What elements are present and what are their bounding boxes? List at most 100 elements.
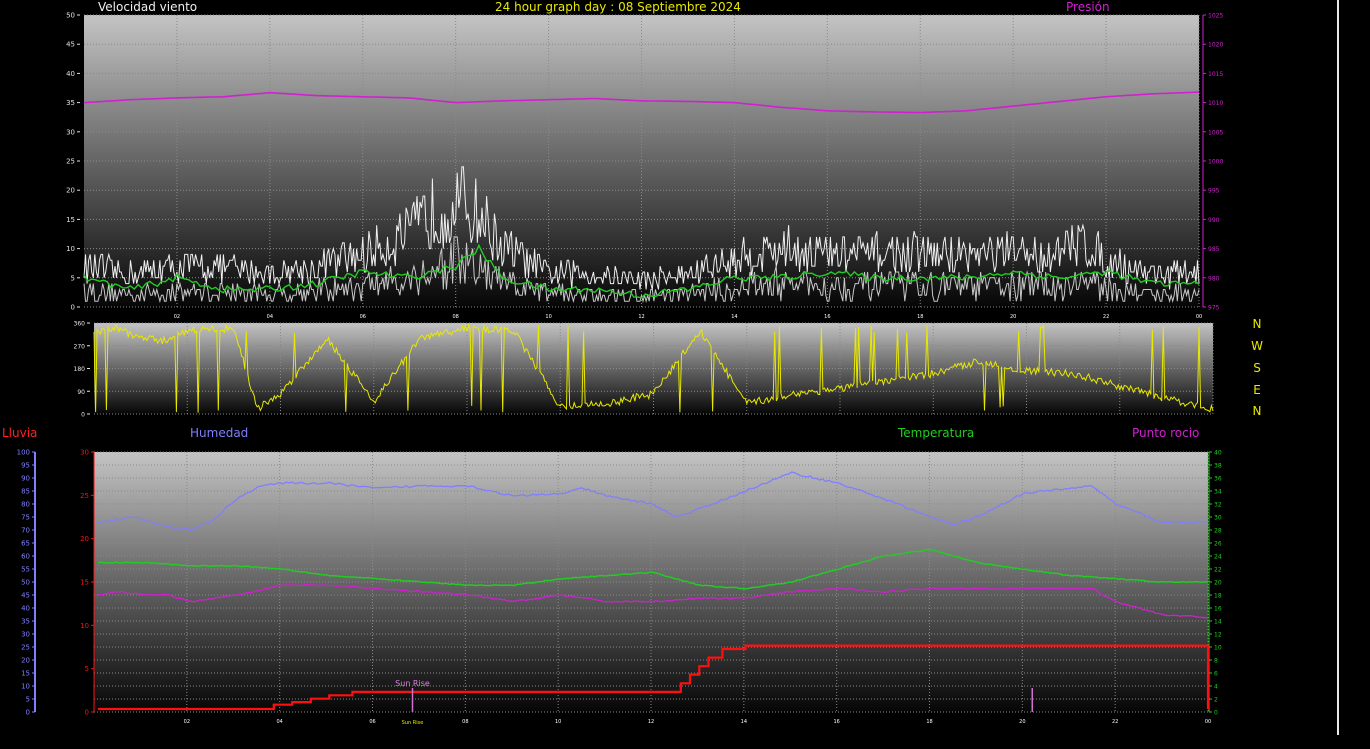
weather-x-tick-label: 14 <box>741 719 747 725</box>
pressure-title: Presión <box>1066 0 1110 14</box>
pressure-axis-tick-label: 995 <box>1208 188 1220 195</box>
temperature-axis-tick-label: 40 <box>1214 450 1222 457</box>
temperature-axis-tick-label: 30 <box>1214 515 1222 522</box>
temperature-axis-tick-label: 6 <box>1214 671 1218 678</box>
humidity-axis-tick-label: 85 <box>21 488 30 496</box>
temperature-axis-tick-label: 18 <box>1214 593 1222 600</box>
compass-w: W <box>1251 339 1263 353</box>
weather-x-tick-label: 00 <box>1205 719 1211 725</box>
pressure-axis-tick-label: 1000 <box>1208 159 1223 166</box>
dewpoint-title: Punto rocio <box>1132 426 1200 440</box>
wind-speed-axis-tick-label: 20 <box>66 187 75 195</box>
rain-axis-tick-label: 15 <box>80 579 89 587</box>
wind-x-tick-label: 18 <box>917 314 923 320</box>
wind-speed-axis-tick-label: 50 <box>66 12 75 20</box>
temperature-axis-tick-label: 10 <box>1214 645 1222 652</box>
humidity-axis-tick-label: 95 <box>21 462 30 470</box>
humidity-axis-tick-label: 80 <box>21 501 30 509</box>
temperature-axis-tick-label: 14 <box>1214 619 1222 626</box>
temperature-axis-tick-label: 36 <box>1214 476 1222 483</box>
rain-axis-tick-label: 30 <box>80 449 89 457</box>
pressure-axis-tick-label: 1005 <box>1208 129 1223 136</box>
rain-axis-tick-label: 25 <box>80 492 89 500</box>
temperature-axis-tick-label: 20 <box>1214 580 1222 587</box>
wind-x-tick-label: 10 <box>545 314 551 320</box>
weather-x-tick-label: 08 <box>462 719 468 725</box>
weather-x-tick-label: 12 <box>648 719 654 725</box>
temperature-axis-tick-label: 2 <box>1214 697 1218 704</box>
humidity-axis-tick-label: 90 <box>21 475 30 483</box>
humidity-axis-tick-label: 45 <box>21 592 30 600</box>
pressure-axis-tick-label: 1015 <box>1208 71 1223 78</box>
weather-x-tick-label: 20 <box>1019 719 1025 725</box>
direction-axis-tick-label: 270 <box>74 343 86 350</box>
humidity-axis-tick-label: 55 <box>21 566 30 574</box>
rain-axis-tick-label: 5 <box>85 665 89 673</box>
wind-speed-axis-tick-label: 35 <box>66 99 75 107</box>
direction-axis-tick-label: 180 <box>74 366 86 373</box>
wind-speed-axis-tick-label: 5 <box>71 274 75 282</box>
humidity-axis-tick-label: 10 <box>21 683 30 691</box>
temperature-axis-tick-label: 0 <box>1214 710 1218 717</box>
humidity-axis-tick-label: 100 <box>17 449 30 457</box>
weather-x-tick-label: 04 <box>276 719 282 725</box>
compass-n-bottom: N <box>1252 404 1262 418</box>
temperature-axis-tick-label: 8 <box>1214 658 1218 665</box>
wind-x-tick-label: 16 <box>824 314 830 320</box>
temperature-axis-tick-label: 22 <box>1214 567 1222 574</box>
rain-title: Lluvia <box>2 426 38 440</box>
humidity-axis-tick-label: 50 <box>21 579 30 587</box>
temperature-title: Temperatura <box>898 426 975 440</box>
wind-x-tick-label: 08 <box>452 314 458 320</box>
wind-speed-axis-tick-label: 0 <box>71 304 75 312</box>
temperature-axis-tick-label: 26 <box>1214 541 1222 548</box>
humidity-axis-tick-label: 5 <box>26 696 30 704</box>
weather-x-tick-label: 02 <box>184 719 190 725</box>
temperature-axis-tick-label: 28 <box>1214 528 1222 535</box>
date-title: 24 hour graph day : 08 Septiembre 2024 <box>495 0 741 14</box>
wind-speed-axis-tick-label: 40 <box>66 70 75 78</box>
humidity-axis-tick-label: 40 <box>21 605 30 613</box>
humidity-axis-tick-label: 0 <box>26 709 30 717</box>
temperature-axis-tick-label: 38 <box>1214 463 1222 470</box>
rain-axis-tick-label: 0 <box>85 709 89 717</box>
right-border <box>1337 0 1339 735</box>
rain-axis-tick-label: 20 <box>80 535 89 543</box>
temperature-axis-tick-label: 12 <box>1214 632 1222 639</box>
sunrise-label: Sun Rise <box>395 679 430 688</box>
compass-e: E <box>1253 383 1261 397</box>
pressure-axis-tick-label: 985 <box>1208 246 1220 253</box>
humidity-axis-tick-label: 60 <box>21 553 30 561</box>
weather-x-tick-label: 16 <box>833 719 839 725</box>
weather-graph-page: 0 5 10 15 20 25 30 35 40 45 50 975 980 985 990 995 1000 1… <box>0 0 1370 749</box>
wind-x-tick-label: 04 <box>267 314 273 320</box>
weather-x-tick-label: 06 <box>369 719 375 725</box>
wind-x-tick-label: 00 <box>1196 314 1202 320</box>
humidity-axis-tick-label: 35 <box>21 618 30 626</box>
humidity-axis-tick-label: 15 <box>21 670 30 678</box>
wind-speed-axis-tick-label: 45 <box>66 41 75 49</box>
temperature-axis-tick-label: 16 <box>1214 606 1222 613</box>
pressure-axis-tick-label: 980 <box>1208 275 1220 282</box>
wind-speed-axis-tick-label: 15 <box>66 216 75 224</box>
pressure-axis-tick-label: 990 <box>1208 217 1220 224</box>
wind-speed-axis-tick-label: 25 <box>66 158 75 166</box>
wind-speed-title: Velocidad viento <box>98 0 198 14</box>
wind-x-tick-label: 22 <box>1103 314 1109 320</box>
humidity-axis-tick-label: 75 <box>21 514 30 522</box>
temperature-axis-tick-label: 24 <box>1214 554 1222 561</box>
humidity-axis-tick-label: 65 <box>21 540 30 548</box>
wind-x-tick-label: 02 <box>174 314 180 320</box>
temperature-axis-tick-label: 32 <box>1214 502 1222 509</box>
wind-x-tick-label: 14 <box>731 314 737 320</box>
temperature-axis-tick-label: 4 <box>1214 684 1218 691</box>
weather-x-tick-label: 22 <box>1112 719 1118 725</box>
direction-axis-tick-label: 90 <box>77 389 85 396</box>
wind-x-tick-label: 12 <box>638 314 644 320</box>
wind-x-tick-label: 20 <box>1010 314 1016 320</box>
wind-speed-axis-tick-label: 10 <box>66 245 75 253</box>
humidity-axis-tick-label: 20 <box>21 657 30 665</box>
humidity-axis-tick-label: 70 <box>21 527 30 535</box>
pressure-axis-tick-label: 1020 <box>1208 42 1223 49</box>
temperature-axis-tick-label: 34 <box>1214 489 1222 496</box>
